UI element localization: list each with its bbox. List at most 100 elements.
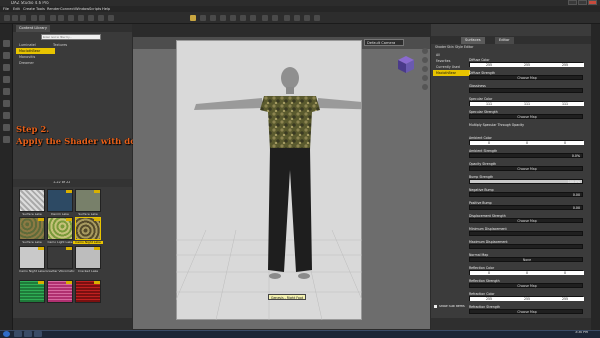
color-channel-value[interactable]: 255 <box>546 297 584 301</box>
region-navigator-icon[interactable] <box>304 15 310 21</box>
thumbnail[interactable] <box>75 280 101 303</box>
open-icon[interactable] <box>12 15 18 21</box>
shaping-icon[interactable] <box>3 64 10 71</box>
color-channel-value[interactable]: 255 <box>508 297 546 301</box>
thumbnail-selected[interactable] <box>75 217 101 240</box>
menu-window[interactable]: Window <box>75 7 89 11</box>
choose-map-button[interactable]: Choose Map <box>505 167 549 171</box>
zoom-icon[interactable] <box>422 75 428 81</box>
tab-surfaces[interactable]: Surfaces <box>461 37 485 44</box>
property-slider[interactable]: 0.0% <box>469 153 583 158</box>
pan-icon[interactable] <box>422 57 428 63</box>
color-channel-value[interactable]: 0 <box>470 141 508 145</box>
menu-edit[interactable]: Edit <box>13 7 20 11</box>
thumbnail[interactable] <box>47 280 73 303</box>
maximize-button[interactable] <box>578 0 587 5</box>
thumbnail[interactable] <box>19 246 45 269</box>
pointer-tool-icon[interactable] <box>190 15 196 21</box>
thumbnail[interactable] <box>19 280 45 303</box>
color-channel-value[interactable]: 255 <box>470 297 508 301</box>
choose-map-button[interactable]: Choose Map <box>505 115 549 119</box>
menu-help[interactable]: Help <box>102 7 110 11</box>
start-icon[interactable] <box>3 331 10 337</box>
color-channel-value[interactable]: 0 <box>546 271 584 275</box>
menu-scripts[interactable]: Scripts <box>89 7 101 11</box>
menu-create[interactable]: Create <box>23 7 35 11</box>
posing-icon[interactable] <box>3 76 10 83</box>
color-channel-value[interactable]: 255 <box>508 63 546 67</box>
thumbnail[interactable] <box>19 217 45 240</box>
render-icon[interactable] <box>58 15 64 21</box>
tab-content-library[interactable]: Content Library <box>16 25 51 32</box>
save-icon[interactable] <box>20 15 26 21</box>
menu-render[interactable]: Render <box>47 7 60 11</box>
color-field[interactable]: 111 111 111 <box>469 101 584 106</box>
choose-map-button[interactable]: Choose Map <box>505 76 549 80</box>
property-slider[interactable] <box>469 244 583 249</box>
tool-settings-icon[interactable] <box>3 136 10 143</box>
choose-map-button[interactable]: Choose Map <box>505 310 549 314</box>
frame-icon[interactable] <box>422 84 428 90</box>
thumbnail[interactable] <box>75 189 101 212</box>
library-search-input[interactable] <box>41 34 101 40</box>
cameras-icon[interactable] <box>3 112 10 119</box>
menu-file[interactable]: File <box>3 7 9 11</box>
surface-selection-tool-icon[interactable] <box>284 15 290 21</box>
surface-selection-icon[interactable] <box>88 15 94 21</box>
color-channel-value[interactable]: 0 <box>546 141 584 145</box>
color-channel-value[interactable]: 255 <box>470 63 508 67</box>
color-channel-value[interactable]: 0 <box>470 271 508 275</box>
color-channel-value[interactable]: 0 <box>508 271 546 275</box>
lights-icon[interactable] <box>3 100 10 107</box>
map-field[interactable]: Choose Map <box>469 283 583 288</box>
subtab-editor[interactable]: Editor <box>462 44 475 50</box>
show-sub-items-checkbox[interactable] <box>434 305 437 308</box>
render-settings-icon[interactable] <box>50 15 56 21</box>
timeline-icon[interactable] <box>3 124 10 131</box>
scale-tool-icon[interactable] <box>220 15 226 21</box>
camera-pan-icon[interactable] <box>272 15 278 21</box>
camera-orbit-icon[interactable] <box>262 15 268 21</box>
rotate-tool-icon[interactable] <box>200 15 206 21</box>
map-field[interactable]: Choose Map <box>469 166 583 171</box>
content-library-icon[interactable] <box>3 52 10 59</box>
genesis-figure[interactable] <box>176 40 362 320</box>
map-field[interactable]: None <box>469 257 583 262</box>
tree-item-dreamer[interactable]: Dreamer <box>16 60 55 66</box>
thumbnail[interactable] <box>19 189 45 212</box>
choose-map-button[interactable]: None <box>505 258 549 262</box>
translate-tool-icon[interactable] <box>210 15 216 21</box>
map-field[interactable]: Choose Map <box>469 218 583 223</box>
surface-item-maclothbear[interactable]: MaclothBear <box>433 70 470 76</box>
thumbnail[interactable] <box>75 246 101 269</box>
color-field[interactable]: 000 <box>469 140 584 145</box>
view-cube-icon[interactable] <box>396 54 416 74</box>
color-field[interactable]: 255 255 255 <box>469 62 584 67</box>
redo-icon[interactable] <box>39 15 45 21</box>
color-channel-value[interactable]: 111 <box>470 102 508 106</box>
color-channel-value[interactable]: 111 <box>546 102 584 106</box>
tab-editor[interactable]: Editor <box>495 37 514 44</box>
property-slider[interactable]: 0.00 <box>469 205 583 210</box>
close-button[interactable] <box>588 0 597 5</box>
thumbnail[interactable] <box>47 217 73 240</box>
map-field[interactable]: Choose Map <box>469 75 583 80</box>
light-icon[interactable] <box>314 15 320 21</box>
color-channel-value[interactable]: 255 <box>546 63 584 67</box>
universal-tool-icon[interactable] <box>230 15 236 21</box>
map-field[interactable]: Choose Map <box>469 114 583 119</box>
render-settings-dock-icon[interactable] <box>3 88 10 95</box>
dolly-icon[interactable] <box>422 66 428 72</box>
map-field[interactable]: Choose Map <box>469 309 583 314</box>
smart-content-icon[interactable] <box>3 40 10 47</box>
joint-editor-icon[interactable] <box>98 15 104 21</box>
color-channel-value[interactable]: 0 <box>508 141 546 145</box>
undo-icon[interactable] <box>31 15 37 21</box>
thumbnail[interactable] <box>47 189 73 212</box>
color-field[interactable]: 000 <box>469 270 584 275</box>
choose-map-button[interactable]: Choose Map <box>505 219 549 223</box>
thumbnail[interactable] <box>47 246 73 269</box>
color-channel-value[interactable]: 111 <box>508 102 546 106</box>
camera-select[interactable]: Default Camera <box>364 39 404 46</box>
new-scene-icon[interactable] <box>4 15 10 21</box>
